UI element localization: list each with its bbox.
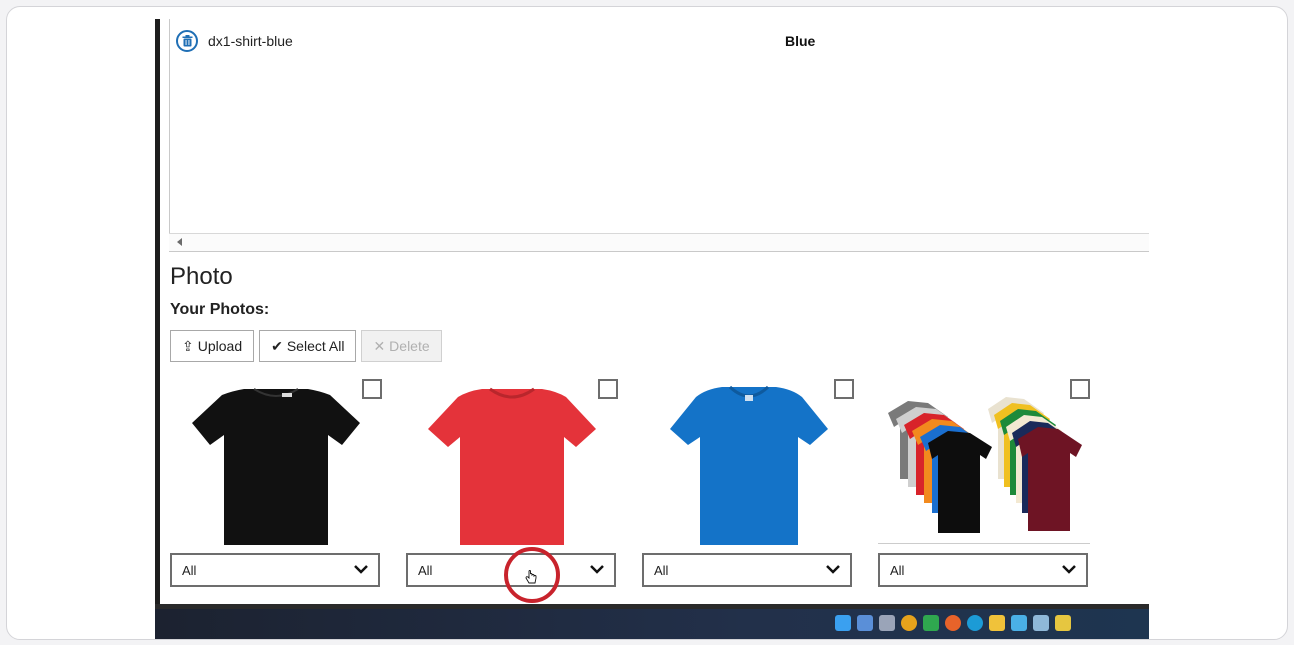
photo-filter-select[interactable]: All — [878, 553, 1088, 587]
chevron-down-icon — [354, 565, 368, 574]
delete-label: Delete — [389, 338, 430, 354]
windows-start-icon[interactable] — [835, 615, 851, 631]
variant-list-panel: dx1-shirt-blue Blue — [169, 19, 1149, 252]
select-value: All — [654, 562, 669, 578]
screenshot-frame: dx1-shirt-blue Blue Photo Your Photos: ⇪… — [6, 6, 1288, 640]
close-icon: ✕ — [373, 337, 386, 354]
taskbar-icons — [835, 615, 1071, 631]
photo-checkbox[interactable] — [598, 379, 618, 399]
photo-section-title: Photo — [170, 263, 233, 290]
hand-cursor-icon — [525, 570, 537, 584]
select-value: All — [418, 562, 433, 578]
photo-toolbar: ⇪ Upload ✔ Select All ✕ Delete — [170, 330, 442, 362]
window-edge — [155, 19, 160, 609]
red-tshirt-image[interactable] — [406, 383, 618, 545]
upload-label: Upload — [197, 338, 243, 354]
select-all-button[interactable]: ✔ Select All — [259, 330, 357, 362]
variant-row: dx1-shirt-blue Blue — [176, 27, 1146, 55]
photo-tile: All — [642, 379, 854, 591]
photo-filter-select[interactable]: All — [642, 553, 852, 587]
blue-tshirt-image[interactable] — [642, 383, 854, 545]
taskbar — [155, 609, 1149, 639]
photo-tile: All — [170, 379, 382, 591]
upload-icon: ⇪ — [182, 337, 194, 354]
variant-color: Blue — [785, 33, 816, 49]
chevron-down-icon — [1062, 565, 1076, 574]
chevron-down-icon — [826, 565, 840, 574]
app-icon-2[interactable] — [1055, 615, 1071, 631]
photo-checkbox[interactable] — [362, 379, 382, 399]
delete-variant-button[interactable] — [176, 30, 198, 52]
task-view-icon[interactable] — [879, 615, 895, 631]
scroll-left-icon[interactable] — [177, 238, 182, 246]
photo-checkbox[interactable] — [1070, 379, 1090, 399]
horizontal-scrollbar[interactable] — [169, 233, 1149, 251]
file-explorer-icon[interactable] — [989, 615, 1005, 631]
photo-checkbox[interactable] — [834, 379, 854, 399]
app-icon[interactable] — [1033, 615, 1049, 631]
your-photos-heading: Your Photos: — [170, 301, 270, 318]
network-icon[interactable] — [1011, 615, 1027, 631]
delete-button[interactable]: ✕ Delete — [361, 330, 442, 362]
check-icon: ✔ — [271, 337, 283, 354]
edge-icon[interactable] — [967, 615, 983, 631]
chat-icon[interactable] — [923, 615, 939, 631]
select-all-label: Select All — [286, 338, 345, 354]
photo-tile: All — [878, 379, 1090, 591]
firefox-icon[interactable] — [945, 615, 961, 631]
chevron-down-icon — [590, 565, 604, 574]
multicolor-tshirts-image[interactable] — [878, 383, 1090, 545]
photo-filter-select[interactable]: All — [170, 553, 380, 587]
select-value: All — [890, 562, 905, 578]
trash-icon — [182, 35, 192, 47]
black-tshirt-image[interactable] — [170, 383, 382, 545]
select-value: All — [182, 562, 197, 578]
widgets-icon[interactable] — [857, 615, 873, 631]
upload-button[interactable]: ⇪ Upload — [170, 330, 255, 362]
variant-name: dx1-shirt-blue — [208, 33, 293, 49]
app-window: dx1-shirt-blue Blue Photo Your Photos: ⇪… — [155, 7, 1149, 639]
chrome-icon[interactable] — [901, 615, 917, 631]
